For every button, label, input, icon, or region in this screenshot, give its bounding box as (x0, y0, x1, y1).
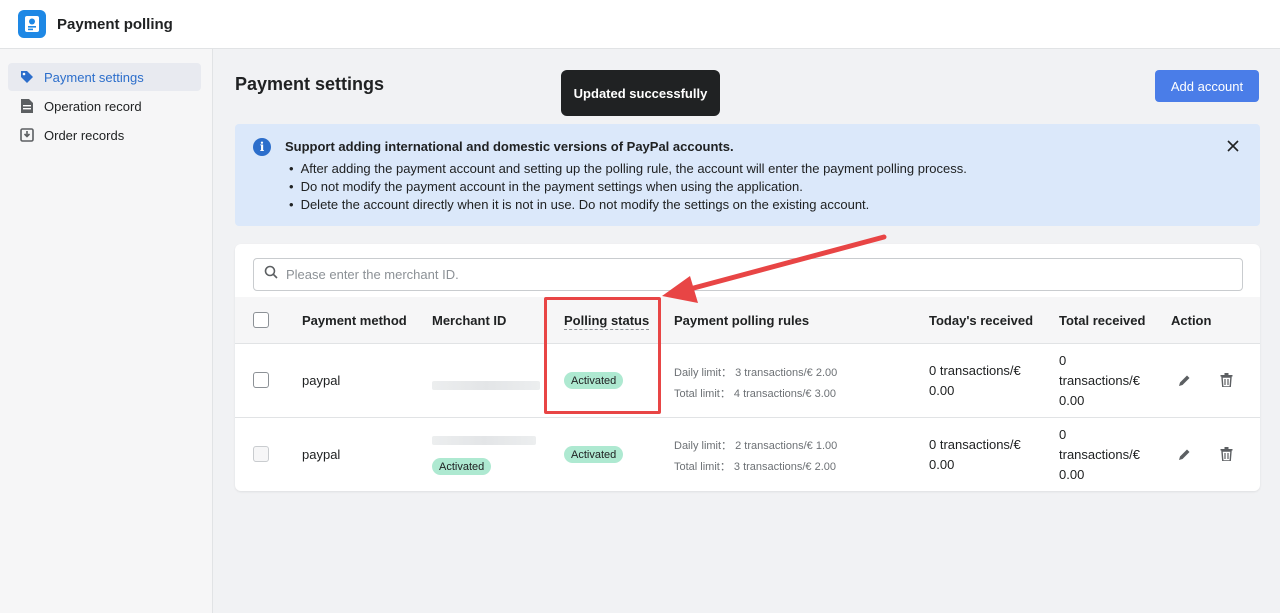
total-received-count: 0 (1059, 427, 1067, 442)
table-header: Payment method Merchant ID Polling statu… (235, 297, 1260, 344)
total-received-unit: transactions/€ (1059, 373, 1140, 388)
payment-method: paypal (302, 373, 341, 388)
inbox-download-icon (19, 127, 35, 143)
accounts-table-card: Payment method Merchant ID Polling statu… (235, 244, 1260, 491)
success-toast: Updated successfully (561, 70, 720, 116)
edit-icon[interactable] (1175, 445, 1193, 463)
banner-list-item: After adding the payment account and set… (289, 160, 967, 178)
total-received-amount: 0.00 (1059, 467, 1085, 482)
todays-received: 0 transactions/€ 0.00 (929, 361, 1021, 401)
merchant-id-redacted (432, 436, 536, 445)
page-title: Payment settings (235, 74, 385, 94)
edit-icon[interactable] (1175, 371, 1193, 389)
delete-icon[interactable] (1217, 445, 1235, 463)
banner-list-item: Delete the account directly when it is n… (289, 196, 967, 214)
todays-received-amount: 0.00 (929, 457, 955, 472)
total-received-count: 0 (1059, 353, 1067, 368)
sidebar-item-operation-record[interactable]: Operation record (8, 92, 201, 120)
todays-received: 0 transactions/€ 0.00 (929, 435, 1021, 475)
todays-received-count: 0 transactions/€ (929, 363, 1021, 378)
total-received-unit: transactions/€ (1059, 447, 1140, 462)
sidebar-item-label: Order records (44, 127, 125, 143)
daily-limit: Daily limit： 3 transactions/€ 2.00 (674, 367, 838, 379)
column-header-method: Payment method (302, 313, 407, 328)
table-row: paypal Activated Activated Daily limit： … (235, 418, 1260, 492)
column-header-action: Action (1171, 313, 1212, 328)
add-account-button[interactable]: Add account (1155, 70, 1259, 102)
sidebar: Payment settings Operation record Order … (0, 49, 213, 613)
sidebar-item-order-records[interactable]: Order records (8, 121, 201, 149)
app-logo-icon (18, 10, 46, 38)
app-title: Payment polling (57, 15, 173, 33)
tag-icon (19, 69, 35, 85)
table-row: paypal Activated Daily limit： 3 transact… (235, 344, 1260, 418)
total-received: 0 transactions/€ 0.00 (1059, 425, 1140, 485)
top-bar: Payment polling (0, 0, 1280, 49)
todays-received-count: 0 transactions/€ (929, 437, 1021, 452)
sidebar-item-label: Payment settings (44, 69, 144, 85)
delete-icon[interactable] (1217, 371, 1235, 389)
close-icon[interactable] (1223, 136, 1243, 156)
column-header-merchant-id: Merchant ID (432, 313, 507, 328)
total-received-amount: 0.00 (1059, 393, 1085, 408)
row-checkbox[interactable] (253, 372, 269, 388)
daily-limit: Daily limit： 2 transactions/€ 1.00 (674, 440, 838, 452)
total-received: 0 transactions/€ 0.00 (1059, 351, 1140, 411)
row-checkbox[interactable] (253, 446, 269, 462)
merchant-status-badge: Activated (432, 458, 492, 475)
annotation-highlight-box (544, 297, 661, 414)
document-icon (19, 98, 35, 114)
column-header-polling-rules: Payment polling rules (674, 313, 810, 328)
search-field[interactable] (253, 258, 1243, 291)
column-header-total-received: Total received (1059, 313, 1146, 328)
select-all-checkbox[interactable] (253, 312, 269, 328)
todays-received-amount: 0.00 (929, 383, 955, 398)
column-header-todays-received: Today's received (929, 313, 1034, 328)
total-limit: Total limit： 3 transactions/€ 2.00 (674, 461, 837, 473)
merchant-id-redacted (432, 381, 540, 390)
total-limit: Total limit： 4 transactions/€ 3.00 (674, 388, 837, 400)
search-input[interactable] (286, 267, 1242, 282)
sidebar-item-payment-settings[interactable]: Payment settings (8, 63, 201, 91)
info-banner: i Support adding international and domes… (235, 124, 1260, 226)
banner-list: After adding the payment account and set… (289, 160, 967, 214)
main-content: Payment settings Add account i Support a… (214, 49, 1280, 613)
payment-method: paypal (302, 447, 341, 462)
info-icon: i (253, 138, 271, 156)
search-icon (264, 265, 278, 284)
sidebar-item-label: Operation record (44, 98, 142, 114)
banner-list-item: Do not modify the payment account in the… (289, 178, 967, 196)
status-badge: Activated (564, 446, 624, 463)
banner-title: Support adding international and domesti… (285, 139, 734, 154)
